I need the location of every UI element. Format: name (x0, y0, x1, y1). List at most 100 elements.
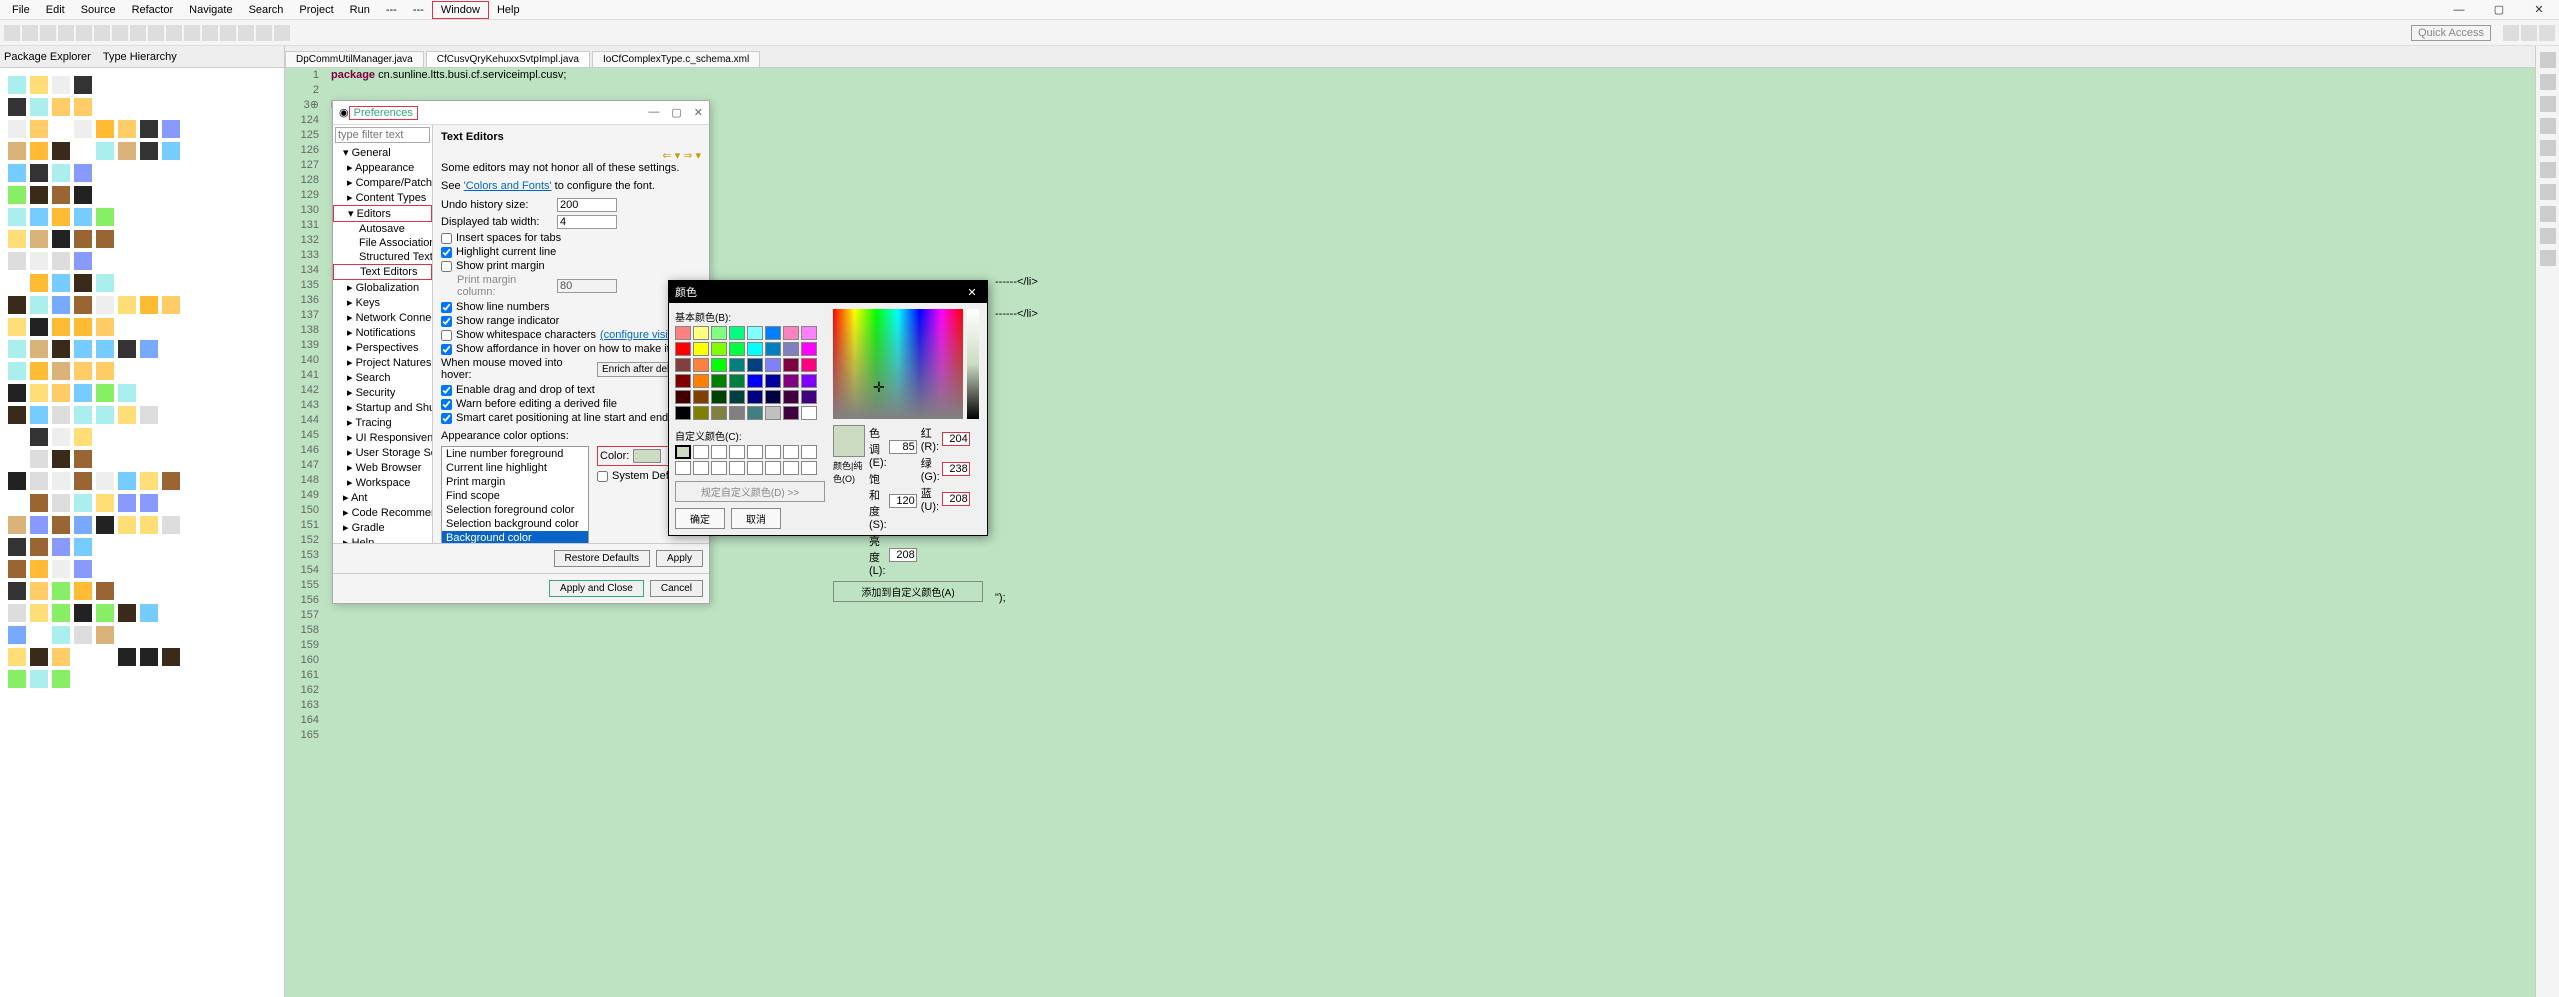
basic-color-swatch[interactable] (729, 390, 745, 404)
pref-tree-node[interactable]: Text Editors (333, 264, 432, 280)
tree-node-icon[interactable] (162, 142, 180, 160)
color-option[interactable]: Find scope (442, 489, 588, 503)
tree-node-icon[interactable] (118, 340, 136, 358)
tree-node-icon[interactable] (30, 296, 48, 314)
toolbar-icon[interactable] (184, 25, 200, 41)
add-custom-color-button[interactable]: 添加到自定义颜色(A) (833, 581, 983, 602)
tree-node-icon[interactable] (162, 120, 180, 138)
tree-node-icon[interactable] (8, 560, 26, 578)
pref-tree-node[interactable]: ▸ Gradle (333, 520, 432, 535)
tab-type-hierarchy[interactable]: Type Hierarchy (103, 51, 177, 63)
color-option[interactable]: Background color (442, 531, 588, 543)
pref-tree-node[interactable]: ▸ Globalization (333, 280, 432, 295)
custom-color-swatch[interactable] (675, 461, 691, 475)
right-icon[interactable] (2540, 228, 2556, 244)
tree-node-icon[interactable] (8, 648, 26, 666)
pref-tree-node[interactable]: ▸ Appearance (333, 160, 432, 175)
toolbar-icon[interactable] (256, 25, 272, 41)
filter-input[interactable] (335, 127, 430, 143)
tree-node-icon[interactable] (140, 120, 158, 138)
tree-node-icon[interactable] (8, 538, 26, 556)
tree-node-icon[interactable] (30, 472, 48, 490)
basic-color-swatch[interactable] (729, 326, 745, 340)
lum-input[interactable] (889, 548, 917, 562)
custom-color-swatch[interactable] (675, 445, 691, 459)
green-input[interactable] (942, 462, 970, 476)
pref-tree-node[interactable]: ▸ UI Responsiveness (333, 430, 432, 445)
basic-color-swatch[interactable] (747, 342, 763, 356)
tree-node-icon[interactable] (96, 230, 114, 248)
tree-node-icon[interactable] (74, 560, 92, 578)
colors-fonts-link[interactable]: 'Colors and Fonts' (464, 180, 552, 192)
basic-color-swatch[interactable] (693, 390, 709, 404)
pref-tree-node[interactable]: ▾ Editors (333, 205, 432, 222)
blue-input[interactable] (942, 492, 970, 506)
whitespace-checkbox[interactable] (441, 330, 452, 341)
pref-tree-node[interactable]: ▾ General (333, 145, 432, 160)
tree-node-icon[interactable] (30, 648, 48, 666)
tree-node-icon[interactable] (8, 670, 26, 688)
basic-color-swatch[interactable] (801, 374, 817, 388)
tree-node-icon[interactable] (52, 120, 70, 138)
toolbar-icon[interactable] (94, 25, 110, 41)
tree-node-icon[interactable] (8, 340, 26, 358)
tree-node-icon[interactable] (8, 472, 26, 490)
tree-node-icon[interactable] (8, 582, 26, 600)
tree-node-icon[interactable] (52, 516, 70, 534)
tree-node-icon[interactable] (74, 516, 92, 534)
basic-color-swatch[interactable] (711, 406, 727, 420)
right-icon[interactable] (2540, 250, 2556, 266)
tree-node-icon[interactable] (30, 538, 48, 556)
basic-color-swatch[interactable] (801, 406, 817, 420)
menu----[interactable]: --- (405, 2, 432, 18)
right-icon[interactable] (2540, 52, 2556, 68)
tree-node-icon[interactable] (96, 516, 114, 534)
tree-node-icon[interactable] (30, 384, 48, 402)
tree-node-icon[interactable] (162, 472, 180, 490)
tree-node-icon[interactable] (52, 626, 70, 644)
pref-tree-node[interactable]: ▸ Perspectives (333, 340, 432, 355)
luminance-slider[interactable] (967, 309, 979, 419)
custom-color-swatch[interactable] (729, 445, 745, 459)
perspective-icon[interactable] (2539, 25, 2555, 41)
hue-input[interactable] (889, 440, 917, 454)
right-icon[interactable] (2540, 96, 2556, 112)
custom-color-swatch[interactable] (711, 445, 727, 459)
window-maximize[interactable]: ▢ (2479, 0, 2519, 20)
tree-node-icon[interactable] (140, 142, 158, 160)
color-cancel-button[interactable]: 取消 (731, 508, 781, 529)
tree-node-icon[interactable] (8, 604, 26, 622)
tree-node-icon[interactable] (74, 98, 92, 116)
tree-node-icon[interactable] (96, 142, 114, 160)
custom-color-swatch[interactable] (711, 461, 727, 475)
tree-node-icon[interactable] (8, 384, 26, 402)
tree-node-icon[interactable] (96, 318, 114, 336)
tree-node-icon[interactable] (52, 538, 70, 556)
tree-node-icon[interactable] (8, 516, 26, 534)
tree-node-icon[interactable] (8, 274, 26, 292)
editor-tab[interactable]: CfCusvQryKehuxxSvtpImpl.java (426, 51, 590, 67)
tree-node-icon[interactable] (96, 120, 114, 138)
tree-node-icon[interactable] (96, 208, 114, 226)
tree-node-icon[interactable] (74, 296, 92, 314)
toolbar-icon[interactable] (22, 25, 38, 41)
tree-node-icon[interactable] (52, 296, 70, 314)
sat-input[interactable] (889, 494, 917, 508)
basic-color-swatch[interactable] (747, 406, 763, 420)
red-input[interactable] (942, 432, 970, 446)
custom-color-swatch[interactable] (801, 461, 817, 475)
basic-color-swatch[interactable] (801, 390, 817, 404)
window-close[interactable]: ✕ (2519, 0, 2559, 20)
tree-node-icon[interactable] (30, 582, 48, 600)
tree-node-icon[interactable] (52, 274, 70, 292)
pref-tree-node[interactable]: ▸ Search (333, 370, 432, 385)
tree-node-icon[interactable] (96, 340, 114, 358)
dialog-close-icon[interactable]: ✕ (694, 106, 703, 119)
preferences-tree[interactable]: ▾ General▸ Appearance▸ Compare/Patch▸ Co… (333, 125, 433, 543)
basic-color-swatch[interactable] (765, 326, 781, 340)
tree-node-icon[interactable] (52, 318, 70, 336)
tree-node-icon[interactable] (30, 450, 48, 468)
tree-node-icon[interactable] (52, 142, 70, 160)
tree-node-icon[interactable] (74, 362, 92, 380)
editor-tab[interactable]: DpCommUtilManager.java (285, 51, 424, 67)
